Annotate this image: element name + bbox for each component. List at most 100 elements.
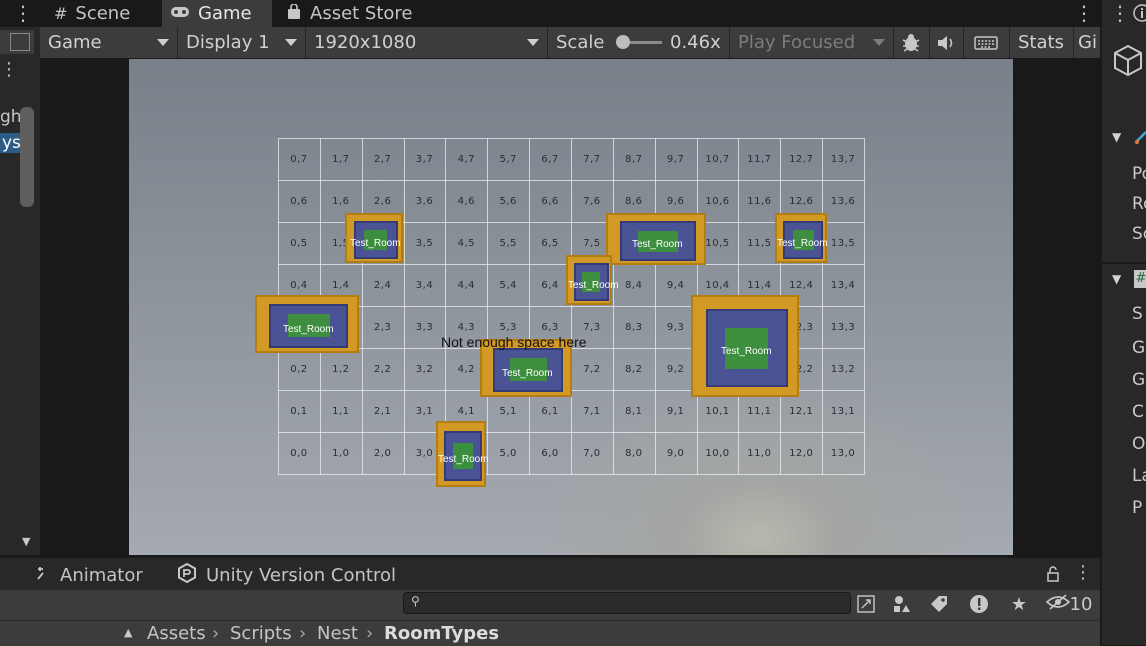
room-label: Test_Room xyxy=(283,324,334,335)
hidden-eye-icon xyxy=(1045,593,1070,615)
display-value: Display 1 xyxy=(186,32,270,53)
filter-by-type-icon[interactable] xyxy=(886,591,916,617)
tab-label: Game xyxy=(198,3,252,24)
search-scope-icon[interactable] xyxy=(851,591,881,617)
inspector-label: G xyxy=(1132,370,1146,390)
hidden-count: 10 xyxy=(1069,593,1093,615)
inspector-label: La xyxy=(1132,466,1146,486)
tab-label: Animator xyxy=(60,564,143,586)
inspector-label: Ro xyxy=(1132,194,1146,214)
room-object[interactable]: Test_Room xyxy=(345,213,403,263)
inspector-panel: ⋮ ▼ Po Ro Sc ▼ # S G G C O La P xyxy=(1100,0,1146,645)
tab-unity-version-control[interactable]: Unity Version Control xyxy=(176,561,396,589)
stats-label: Stats xyxy=(1018,32,1064,53)
room-object[interactable]: Test_Room xyxy=(691,295,799,397)
play-mode-dropdown[interactable]: Play Focused xyxy=(730,27,894,58)
tab-bar: ⋮ # Scene Game Asset Store ⋮ xyxy=(0,0,1100,27)
left-toolbar xyxy=(0,30,34,54)
expand-arrow-icon[interactable]: ▼ xyxy=(1112,130,1121,144)
collapse-arrow-icon[interactable]: ▲ xyxy=(124,626,132,639)
breadcrumb-item[interactable]: Assets xyxy=(147,623,206,644)
scale-value: 0.46x xyxy=(670,32,721,53)
search-icon: ⚲ xyxy=(411,594,420,608)
bug-icon[interactable] xyxy=(894,27,930,58)
room-label: Test_Room xyxy=(438,454,489,465)
breadcrumb-separator-icon: › xyxy=(212,623,220,644)
play-mode-value: Play Focused xyxy=(738,32,856,53)
version-control-icon xyxy=(176,562,198,588)
room-label: Test_Room xyxy=(502,368,553,379)
room-label: Test_Room xyxy=(350,238,401,249)
tab-scene[interactable]: # Scene xyxy=(44,0,160,27)
tab-label: Asset Store xyxy=(310,3,413,24)
divider xyxy=(1102,262,1146,264)
tab-label: Scene xyxy=(75,3,131,24)
resolution-value: 1920x1080 xyxy=(314,32,417,53)
more-options-icon[interactable]: ⋮ xyxy=(13,3,33,23)
breadcrumb-item[interactable]: Nest xyxy=(317,623,358,644)
lock-icon[interactable] xyxy=(1046,565,1060,587)
hidden-packages-toggle[interactable]: 10 xyxy=(1042,591,1096,617)
tab-label: Unity Version Control xyxy=(206,564,396,586)
room-label: Test_Room xyxy=(721,346,772,357)
audio-icon[interactable] xyxy=(930,27,964,58)
display-dropdown[interactable]: Display 1 xyxy=(178,27,306,58)
breadcrumb-item[interactable]: Scripts xyxy=(230,623,292,644)
room-label: Test_Room xyxy=(632,239,683,250)
bottom-tab-bar: Animator Unity Version Control ⋮ xyxy=(0,556,1100,592)
more-options-icon[interactable]: ⋮ xyxy=(1074,3,1094,23)
chevron-down-icon xyxy=(285,39,297,46)
game-canvas[interactable]: 0,7 1,7 2,7 3,7 4,7 5,7 6,7 7,7 8,7 9,7 10,7 11,7 12… xyxy=(129,59,1013,555)
expand-arrow-icon[interactable]: ▼ xyxy=(1112,272,1121,286)
room-object[interactable]: Test_Room xyxy=(606,213,706,265)
chevron-down-icon xyxy=(527,39,539,46)
room-label: Test_Room xyxy=(568,280,619,291)
inspector-label: S xyxy=(1132,304,1143,324)
room-object[interactable]: Test_Room xyxy=(436,421,489,487)
left-panel: ⋮ gh ys ▼ xyxy=(0,27,40,555)
inspector-label: P xyxy=(1132,498,1143,518)
search-field[interactable] xyxy=(428,594,842,614)
scale-control: Scale 0.46x xyxy=(548,27,730,58)
more-options-icon[interactable]: ⋮ xyxy=(1110,3,1130,23)
maximize-icon[interactable] xyxy=(10,33,30,51)
tab-animator[interactable]: Animator xyxy=(36,561,143,589)
game-toolbar: Game Display 1 1920x1080 Scale 0.46x Pla… xyxy=(40,27,1100,59)
cube-icon xyxy=(1112,44,1144,82)
gizmos-button[interactable]: Gi xyxy=(1074,27,1100,58)
inspector-label: Po xyxy=(1132,164,1146,184)
keyboard-icon[interactable] xyxy=(964,27,1010,58)
animator-icon xyxy=(36,565,52,585)
warning-text: Not enough space here xyxy=(441,334,587,350)
favorite-star-icon[interactable]: ★ xyxy=(1004,591,1034,617)
filter-by-label-icon[interactable] xyxy=(924,591,954,617)
resolution-dropdown[interactable]: 1920x1080 xyxy=(306,27,548,58)
transform-icon xyxy=(1134,128,1146,146)
search-input[interactable]: ⚲ xyxy=(403,592,851,614)
warning-filter-icon[interactable] xyxy=(964,591,994,617)
room-object[interactable]: Test_Room xyxy=(775,213,828,263)
scrollbar-thumb[interactable] xyxy=(20,107,34,207)
more-options-icon[interactable]: ⋮ xyxy=(0,60,18,80)
script-icon: # xyxy=(1134,270,1146,288)
chevron-down-icon xyxy=(873,39,885,46)
tab-game[interactable]: Game xyxy=(162,0,272,27)
hash-icon: # xyxy=(54,4,68,23)
scroll-down-icon[interactable]: ▼ xyxy=(22,535,30,548)
rooms-layer: Test_Room Test_Room Test_Room Test_Room Test… xyxy=(129,59,1013,555)
room-object[interactable]: Test_Room xyxy=(566,255,619,305)
inspector-label: O xyxy=(1132,434,1146,454)
inspector-label: G xyxy=(1132,338,1146,358)
scale-slider-thumb[interactable] xyxy=(616,35,630,49)
more-options-icon[interactable]: ⋮ xyxy=(1074,563,1092,583)
stats-button[interactable]: Stats xyxy=(1010,27,1074,58)
breadcrumb-current: RoomTypes xyxy=(384,623,500,644)
info-icon xyxy=(1132,3,1146,23)
breadcrumb-separator-icon: › xyxy=(366,623,374,644)
tab-asset-store[interactable]: Asset Store xyxy=(278,0,428,27)
breadcrumb-separator-icon: › xyxy=(299,623,307,644)
game-mode-dropdown[interactable]: Game xyxy=(40,27,178,58)
chevron-down-icon xyxy=(157,39,169,46)
room-object[interactable]: Test_Room xyxy=(255,295,359,353)
scale-label: Scale xyxy=(556,32,605,53)
